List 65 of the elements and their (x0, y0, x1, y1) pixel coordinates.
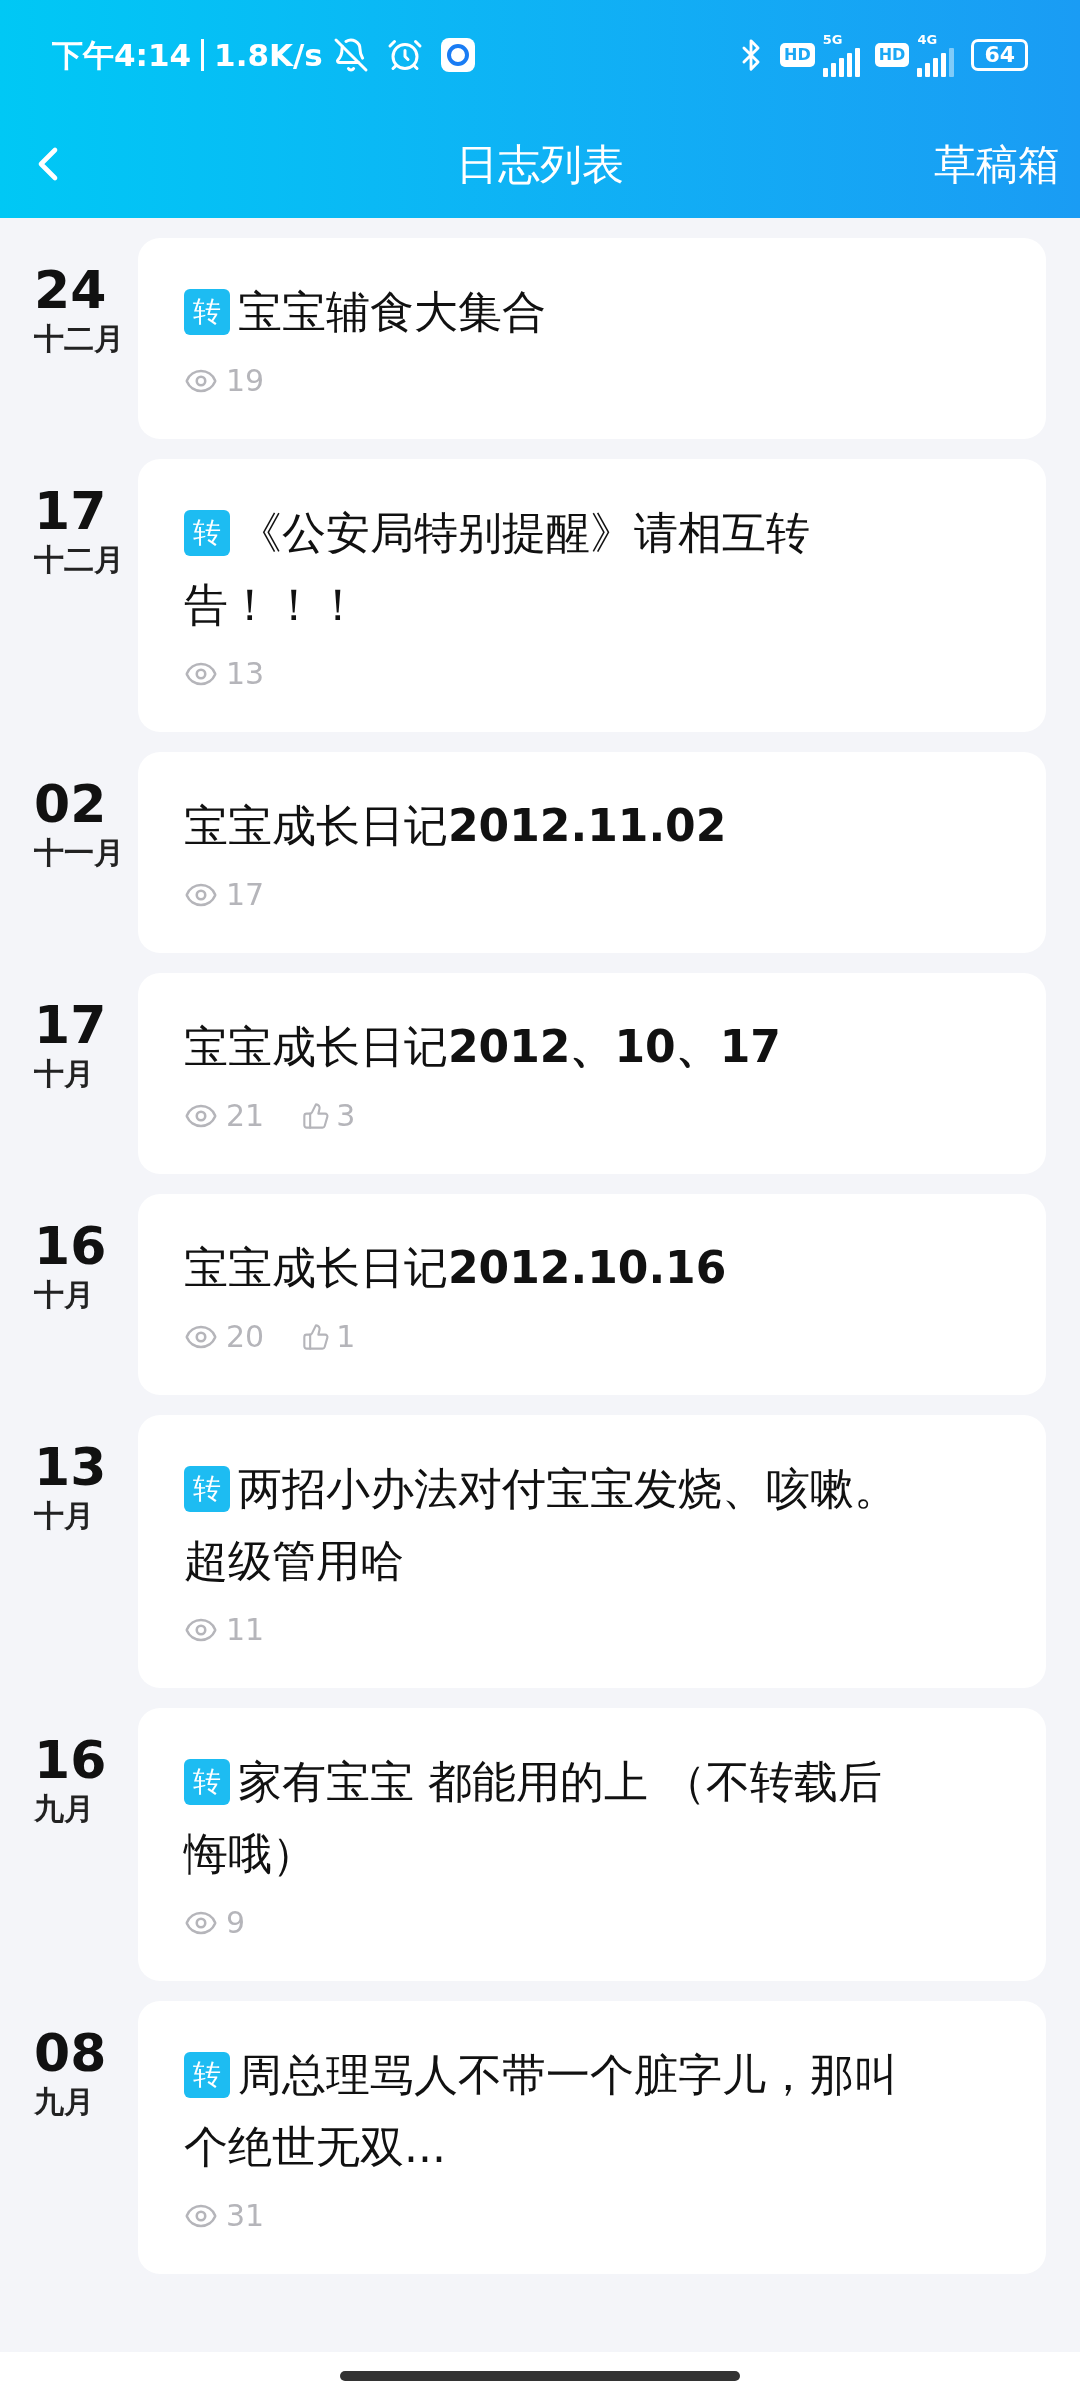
entry-title: 告！！！ (184, 578, 360, 632)
view-count: 13 (226, 655, 265, 693)
network-speed: 1.8K/s (214, 35, 323, 75)
view-count: 21 (226, 1097, 265, 1135)
view-count: 20 (226, 1318, 265, 1356)
entry-month: 十一月 (34, 834, 124, 872)
entry-card[interactable]: 转 家有宝宝 都能用的上 （不转载后 悔哦） 9 (138, 1708, 1046, 1981)
entry-card[interactable]: 宝宝成长日记2012.10.16 20 1 (138, 1194, 1046, 1395)
entry-card[interactable]: 转 《公安局特别提醒》请相互转 告！！！ 13 (138, 459, 1046, 732)
repost-tag: 转 (184, 1466, 230, 1512)
repost-tag: 转 (184, 289, 230, 335)
network-type: 5G (822, 33, 843, 47)
bell-off-icon (332, 37, 369, 73)
entry-month: 十月 (34, 1276, 94, 1314)
entry-title: 周总理骂人不带一个脏字儿，那叫 (238, 2048, 898, 2102)
entry-title: 悔哦） (184, 1827, 316, 1881)
entry-month: 十二月 (34, 541, 124, 579)
hd-badge: HD (780, 43, 815, 67)
entry-day: 16 (34, 1730, 107, 1790)
entry-month: 十月 (34, 1055, 94, 1093)
signal-icon (822, 47, 863, 77)
page-title: 日志列表 (456, 138, 624, 191)
repost-tag: 转 (184, 2052, 230, 2098)
entry-title: 个绝世无双... (184, 2120, 446, 2174)
entry-day: 17 (34, 481, 107, 541)
entry-title: 家有宝宝 都能用的上 （不转载后 (238, 1755, 882, 1809)
entry-title: 宝宝成长日记2012、10、17 (184, 1020, 781, 1074)
entry-month: 十月 (34, 1497, 94, 1535)
entry-day: 02 (34, 774, 107, 834)
entry-day: 24 (34, 260, 107, 320)
entry-title: 宝宝成长日记2012.11.02 (184, 799, 727, 853)
entry-month: 九月 (34, 2083, 94, 2121)
entry-card[interactable]: 转 周总理骂人不带一个脏字儿，那叫 个绝世无双... 31 (138, 2001, 1046, 2274)
view-count: 31 (226, 2197, 265, 2235)
entry-day: 16 (34, 1216, 107, 1276)
entry-title: 两招小办法对付宝宝发烧、咳嗽。 (238, 1462, 898, 1516)
thumbs-up-icon (302, 1101, 331, 1130)
like-count: 1 (336, 1318, 356, 1356)
app-icon (440, 38, 475, 72)
view-count: 11 (226, 1611, 265, 1649)
network-type: 4G (917, 33, 938, 47)
entry-card[interactable]: 宝宝成长日记2012.11.02 17 (138, 752, 1046, 953)
entry-title: 《公安局特别提醒》请相互转 (238, 506, 810, 560)
thumbs-up-icon (302, 1322, 331, 1351)
entry-card[interactable]: 转 宝宝辅食大集合 19 (138, 238, 1046, 439)
entry-title: 超级管用哈 (184, 1534, 404, 1588)
status-time: 下午4:14 (52, 35, 192, 75)
entry-month: 十二月 (34, 320, 124, 358)
view-count: 9 (226, 1904, 246, 1942)
like-count: 3 (336, 1097, 356, 1135)
repost-tag: 转 (184, 1759, 230, 1805)
alarm-icon (386, 37, 423, 73)
view-count: 19 (226, 362, 265, 400)
entry-day: 08 (34, 2023, 107, 2083)
repost-tag: 转 (184, 510, 230, 556)
battery-indicator: 64 (971, 39, 1028, 71)
entry-month: 九月 (34, 1790, 94, 1828)
entry-title: 宝宝成长日记2012.10.16 (184, 1241, 727, 1295)
entry-card[interactable]: 转 两招小办法对付宝宝发烧、咳嗽。 超级管用哈 11 (138, 1415, 1046, 1688)
hd-badge: HD (874, 43, 910, 67)
entry-title: 宝宝辅食大集合 (238, 285, 546, 339)
entry-day: 13 (34, 1437, 107, 1497)
entry-day: 17 (34, 995, 107, 1055)
entry-card[interactable]: 宝宝成长日记2012、10、17 21 3 (138, 973, 1046, 1174)
view-count: 17 (226, 876, 265, 914)
